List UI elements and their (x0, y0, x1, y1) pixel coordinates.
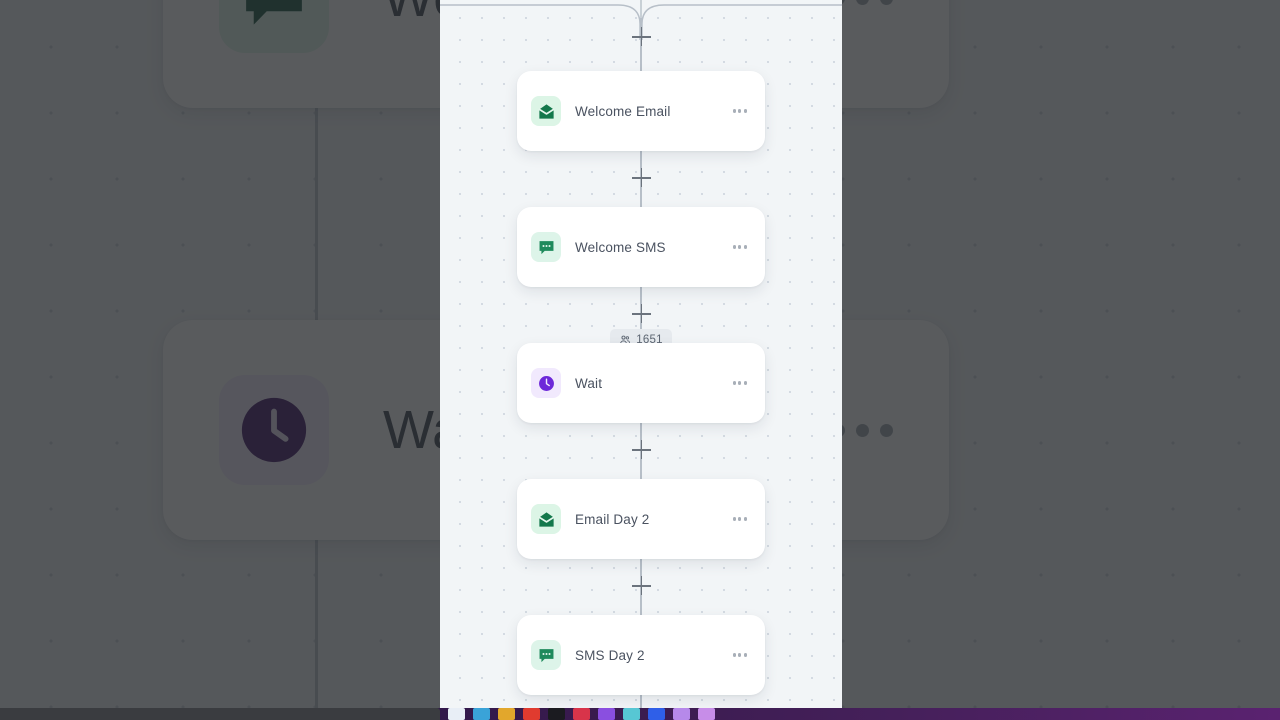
assistant-icon[interactable] (673, 708, 690, 720)
email-icon (531, 504, 561, 534)
add-step-button[interactable] (631, 440, 651, 459)
media-icon[interactable] (573, 708, 590, 720)
purple-app-icon[interactable] (598, 708, 615, 720)
files-icon[interactable] (448, 708, 465, 720)
notes-icon[interactable] (623, 708, 640, 720)
kebab-menu-icon[interactable] (729, 101, 751, 120)
node-welcome-email[interactable]: Welcome Email (517, 71, 765, 151)
kebab-menu-icon[interactable] (729, 237, 751, 256)
clock-icon (531, 368, 561, 398)
code-icon[interactable] (648, 708, 665, 720)
node-label: SMS Day 2 (575, 647, 645, 663)
add-step-button[interactable] (631, 576, 651, 595)
node-email-day-2[interactable]: Email Day 2 (517, 479, 765, 559)
browser-icon[interactable] (523, 708, 540, 720)
add-step-button[interactable] (631, 27, 651, 46)
add-step-button[interactable] (631, 168, 651, 187)
chat-icon[interactable] (698, 708, 715, 720)
node-wait[interactable]: Wait (517, 343, 765, 423)
node-label: Wait (575, 375, 603, 391)
node-label: Email Day 2 (575, 511, 650, 527)
sms-icon (531, 640, 561, 670)
node-welcome-sms[interactable]: Welcome SMS (517, 207, 765, 287)
kebab-menu-icon[interactable] (729, 509, 751, 528)
taskbar-icon-list[interactable] (440, 708, 715, 720)
kebab-menu-icon[interactable] (729, 645, 751, 664)
dark-app-icon[interactable] (548, 708, 565, 720)
journey-canvas-panel: 1651 Welcome Email Welcome SMS Wait Emai… (440, 0, 842, 708)
node-label: Welcome Email (575, 103, 671, 119)
taskbar-window-strip (0, 708, 440, 720)
email-icon (531, 96, 561, 126)
node-label: Welcome SMS (575, 239, 666, 255)
sms-icon (531, 232, 561, 262)
terminal-icon[interactable] (473, 708, 490, 720)
node-sms-day-2[interactable]: SMS Day 2 (517, 615, 765, 695)
folder-icon[interactable] (498, 708, 515, 720)
os-taskbar[interactable] (0, 708, 1280, 720)
add-step-button[interactable] (631, 304, 651, 323)
kebab-menu-icon[interactable] (729, 373, 751, 392)
